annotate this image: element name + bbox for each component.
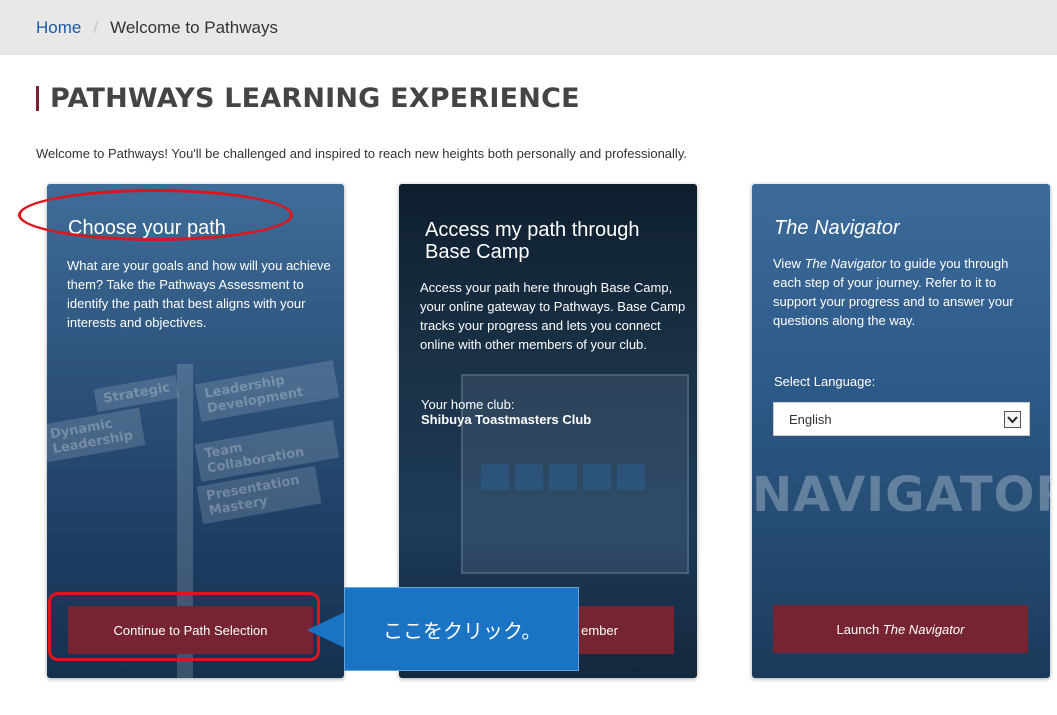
breadcrumb: Home / Welcome to Pathways bbox=[0, 0, 1057, 55]
continue-to-path-selection-button[interactable]: Continue to Path Selection bbox=[68, 606, 313, 654]
screen-tile bbox=[515, 464, 543, 490]
base-camp-title: Access my path through Base Camp bbox=[425, 219, 640, 263]
choose-path-title: Choose your path bbox=[68, 217, 226, 239]
base-camp-description: Access your path here through Base Camp,… bbox=[420, 280, 686, 352]
signpost-sign: Team Collaboration bbox=[194, 420, 340, 482]
breadcrumb-separator: / bbox=[93, 17, 99, 37]
base-camp-button-label: ember bbox=[581, 622, 618, 638]
home-club-name: Shibuya Toastmasters Club bbox=[421, 412, 592, 427]
signpost-sign: Leadership Development bbox=[194, 360, 340, 422]
select-language-label: Select Language: bbox=[774, 374, 876, 389]
intro-text: Welcome to Pathways! You'll be challenge… bbox=[36, 146, 687, 161]
choose-path-card: Strategic Leadership Development Dynamic… bbox=[47, 184, 344, 678]
screen-tile bbox=[617, 464, 645, 490]
screen-tile bbox=[481, 464, 509, 490]
navigator-description: View The Navigator to guide you through … bbox=[773, 254, 1038, 330]
launch-navigator-label-em: The Navigator bbox=[882, 621, 965, 637]
chevron-down-icon[interactable] bbox=[1004, 411, 1021, 428]
breadcrumb-current: Welcome to Pathways bbox=[110, 17, 278, 37]
navigator-title: The Navigator bbox=[774, 217, 900, 239]
title-accent-bar bbox=[36, 86, 39, 111]
signpost-sign: Dynamic Leadership bbox=[47, 407, 146, 463]
breadcrumb-home-link[interactable]: Home bbox=[36, 18, 81, 38]
signpost-sign: Strategic bbox=[93, 374, 180, 413]
base-camp-button[interactable]: ember bbox=[423, 606, 674, 654]
screen-tile bbox=[549, 464, 577, 490]
screen-tile bbox=[583, 464, 611, 490]
language-select-value: English bbox=[789, 411, 832, 427]
navigator-background-word: NAVIGATOR bbox=[752, 467, 1050, 523]
page-title-text: PATHWAYS LEARNING EXPERIENCE bbox=[50, 83, 580, 114]
base-camp-card: Access my path through Base Camp Access … bbox=[399, 184, 697, 678]
language-select[interactable]: English bbox=[773, 402, 1030, 436]
navigator-card: NAVIGATOR The Navigator View The Navigat… bbox=[752, 184, 1050, 678]
navigator-desc-em: The Navigator bbox=[804, 256, 887, 271]
navigator-desc-pre: View bbox=[773, 256, 805, 271]
launch-navigator-label: Launch bbox=[836, 621, 883, 637]
choose-path-description: What are your goals and how will you ach… bbox=[67, 258, 331, 330]
page-title: PATHWAYS LEARNING EXPERIENCE bbox=[36, 83, 580, 114]
launch-navigator-button[interactable]: Launch The Navigator bbox=[773, 605, 1028, 653]
home-club-label: Your home club: bbox=[421, 397, 515, 412]
